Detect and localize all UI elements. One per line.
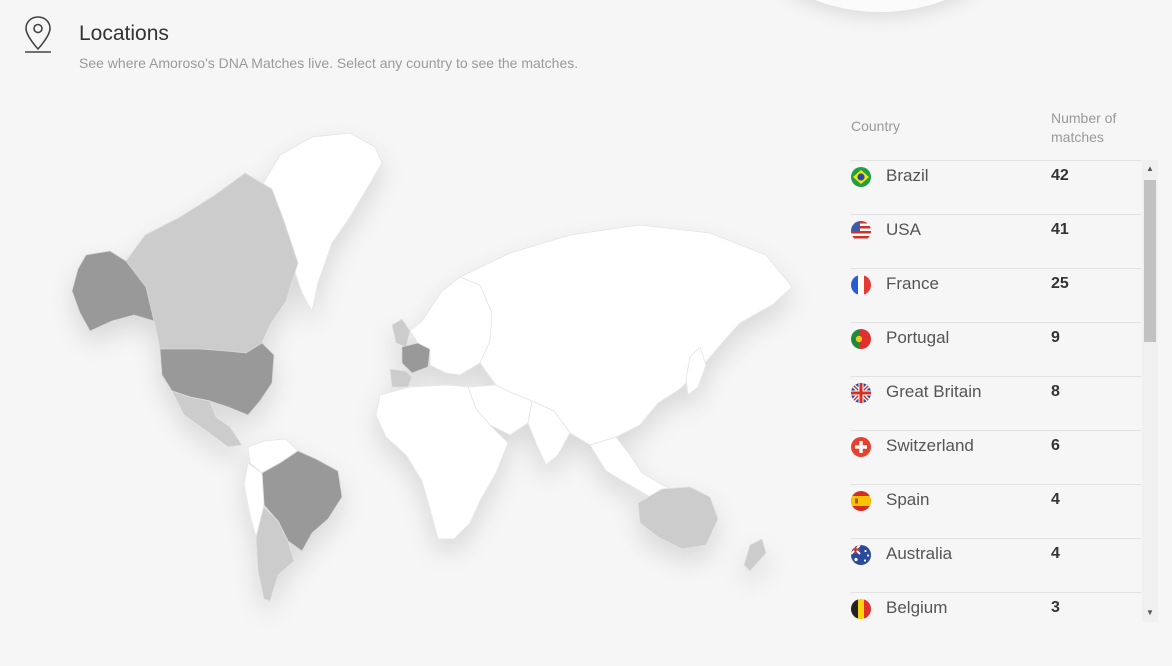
country-australia[interactable]: [637, 486, 719, 550]
country-spain-portugal[interactable]: [389, 368, 413, 388]
scroll-down-arrow-icon[interactable]: ▼: [1142, 606, 1158, 620]
country-row-belgium[interactable]: Belgium 3: [851, 593, 1141, 623]
match-count: 8: [1051, 383, 1060, 400]
country-row-spain[interactable]: Spain 4: [851, 485, 1141, 539]
country-iceland-uk-ireland[interactable]: [391, 318, 411, 348]
country-row-portugal[interactable]: Portugal 9: [851, 323, 1141, 377]
country-name: Belgium: [886, 598, 948, 617]
world-map[interactable]: [50, 125, 810, 615]
column-header-country: Country: [851, 118, 901, 134]
australia-flag-icon: [851, 545, 871, 565]
country-name: Brazil: [886, 166, 929, 185]
match-count: 6: [1051, 437, 1060, 454]
country-france[interactable]: [401, 342, 431, 374]
scrollbar-thumb[interactable]: [1144, 180, 1156, 342]
column-header-matches: Number of matches: [1051, 110, 1117, 145]
country-canada[interactable]: [125, 172, 299, 354]
great-britain-flag-icon: [851, 383, 871, 403]
matches-table: Country Number of matches Brazil 42 USA …: [851, 100, 1159, 622]
location-pin-icon: [25, 16, 51, 53]
country-row-brazil[interactable]: Brazil 42: [851, 161, 1141, 215]
match-count: 41: [1051, 221, 1069, 238]
country-name: Switzerland: [886, 436, 974, 455]
country-name: Australia: [886, 544, 953, 563]
country-row-france[interactable]: France 25: [851, 269, 1141, 323]
spain-flag-icon: [851, 491, 871, 511]
country-list[interactable]: Brazil 42 USA 41 France 25 Portugal 9 Gr…: [851, 160, 1141, 623]
decorative-circle: [700, 0, 1060, 12]
page-subtitle: See where Amoroso's DNA Matches live. Se…: [79, 55, 579, 71]
country-row-switzerland[interactable]: Switzerland 6: [851, 431, 1141, 485]
country-usa[interactable]: [159, 342, 275, 416]
match-count: 4: [1051, 491, 1060, 508]
scroll-up-arrow-icon[interactable]: ▲: [1142, 162, 1158, 176]
portugal-flag-icon: [851, 329, 871, 349]
match-count: 42: [1051, 167, 1069, 184]
country-name: Great Britain: [886, 382, 982, 401]
page-title: Locations: [79, 22, 169, 45]
match-count: 3: [1051, 599, 1060, 616]
match-count: 4: [1051, 545, 1060, 562]
country-row-great-britain[interactable]: Great Britain 8: [851, 377, 1141, 431]
france-flag-icon: [851, 275, 871, 295]
match-count: 25: [1051, 275, 1069, 292]
list-scrollbar[interactable]: ▲ ▼: [1142, 160, 1158, 622]
country-name: Spain: [886, 490, 930, 509]
brazil-flag-icon: [851, 167, 871, 187]
usa-flag-icon: [851, 221, 871, 241]
match-count: 9: [1051, 329, 1060, 346]
country-row-usa[interactable]: USA 41: [851, 215, 1141, 269]
country-row-australia[interactable]: Australia 4: [851, 539, 1141, 593]
switzerland-flag-icon: [851, 437, 871, 457]
country-new-zealand[interactable]: [743, 538, 767, 572]
world-map-svg[interactable]: [50, 125, 810, 615]
country-name: France: [886, 274, 939, 293]
country-name: USA: [886, 220, 921, 239]
belgium-flag-icon: [851, 599, 871, 619]
country-southeast-asia[interactable]: [589, 436, 671, 498]
country-name: Portugal: [886, 328, 950, 347]
